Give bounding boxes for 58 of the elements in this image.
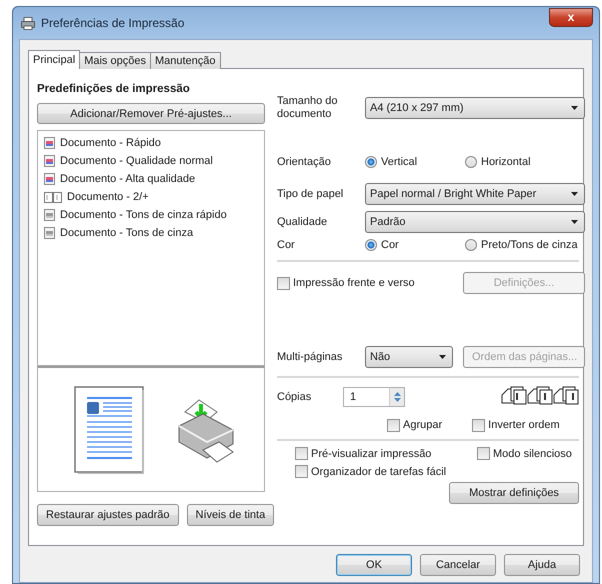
printer-icon xyxy=(21,16,35,30)
field-label: Tipo de papel xyxy=(277,188,344,200)
tab[interactable]: Manutenção xyxy=(150,52,220,69)
radio-button[interactable] xyxy=(465,239,477,251)
spin-arrows-icon xyxy=(394,391,400,403)
document-icon xyxy=(44,173,55,185)
action-button[interactable]: Restaurar ajustes padrão xyxy=(37,504,179,526)
radio-label: Cor xyxy=(381,239,399,251)
document-icon xyxy=(44,155,55,167)
dropdown[interactable]: Papel normal / Bright White Paper xyxy=(365,183,585,205)
field-label: Tamanho do documento xyxy=(277,95,339,121)
checkbox[interactable]: Agrupar xyxy=(387,418,442,432)
checkbox[interactable]: Inverter ordem xyxy=(472,418,560,432)
preset-item[interactable]: Documento - 2/+ xyxy=(44,189,264,205)
close-button[interactable]: x xyxy=(549,8,593,26)
field-label: Multi-páginas xyxy=(277,350,344,364)
field-label: Cópias xyxy=(277,390,312,404)
show-settings-button[interactable]: Mostrar definições xyxy=(449,482,579,504)
add-remove-presets-button[interactable]: Adicionar/Remover Pré-ajustes... xyxy=(37,103,265,124)
radio-label: Vertical xyxy=(381,156,418,168)
preset-item[interactable]: Documento - Rápido xyxy=(44,135,264,151)
action-button[interactable]: Níveis de tinta xyxy=(186,504,274,526)
dropdown-arrow-icon xyxy=(571,220,578,224)
checkbox[interactable]: Impressão frente e verso xyxy=(277,276,415,290)
preset-item[interactable]: Documento - Alta qualidade xyxy=(44,171,264,187)
document-icon xyxy=(44,137,55,149)
preset-item[interactable]: Documento - Tons de cinza rápido xyxy=(44,207,264,223)
checkbox[interactable]: Organizador de tarefas fácil xyxy=(295,465,477,478)
two-page-icon xyxy=(44,192,62,202)
field-label: Cor xyxy=(277,238,296,252)
document-icon xyxy=(44,209,55,221)
preset-item[interactable]: Documento - Tons de cinza xyxy=(44,225,264,241)
checkbox[interactable]: Modo silencioso xyxy=(477,447,585,460)
document-icon xyxy=(44,227,55,239)
radio-button[interactable] xyxy=(365,156,377,168)
window-title: Preferências de Impressão xyxy=(41,16,186,30)
dialog-button[interactable]: Ajuda xyxy=(504,554,580,576)
copies-spinner[interactable]: 1 xyxy=(343,387,405,407)
radio-button[interactable] xyxy=(365,239,377,251)
checkbox[interactable]: Pré-visualizar impressão xyxy=(295,447,477,460)
radio-button[interactable] xyxy=(465,156,477,168)
dropdown-arrow-icon xyxy=(571,106,578,110)
tab[interactable]: Principal xyxy=(28,50,80,69)
radio-label: Preto/Tons de cinza xyxy=(481,239,578,251)
tab[interactable]: Mais opções xyxy=(79,52,151,69)
field-label: Qualidade xyxy=(277,216,328,228)
preset-item[interactable]: Documento - Qualidade normal xyxy=(44,153,264,169)
dialog-button[interactable]: OK xyxy=(336,554,412,576)
radio-label: Horizontal xyxy=(481,156,531,168)
dialog-button[interactable]: Cancelar xyxy=(420,554,496,576)
section-heading: Predefinições de impressão xyxy=(37,83,191,95)
dropdown[interactable]: A4 (210 x 297 mm) xyxy=(365,97,585,119)
dropdown-arrow-icon xyxy=(571,192,578,196)
field-label: Orientação xyxy=(277,156,332,168)
dropdown[interactable]: Não xyxy=(365,346,453,368)
document-preview-icon xyxy=(74,386,146,474)
dropdown[interactable]: Padrão xyxy=(365,211,585,233)
dropdown-arrow-icon xyxy=(439,355,446,359)
